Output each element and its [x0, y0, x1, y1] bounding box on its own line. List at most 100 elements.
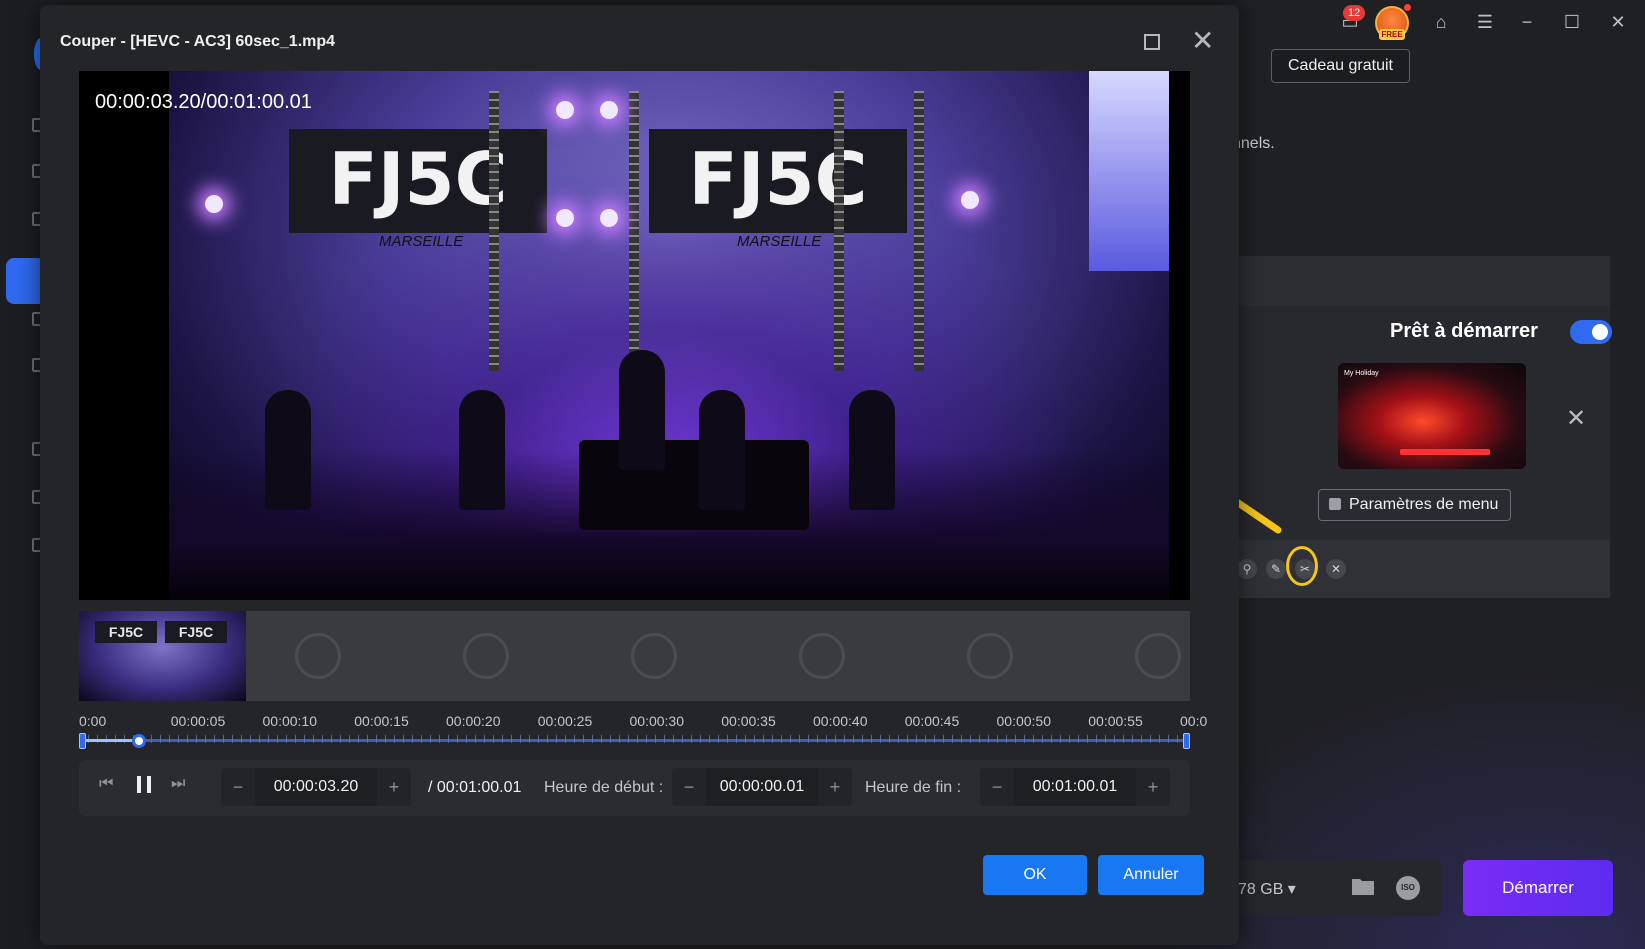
- skip-back-icon[interactable]: ⏮: [99, 775, 113, 793]
- timeline-tick-label: 00:00:35: [721, 713, 776, 729]
- ready-to-start-label: Prêt à démarrer: [1390, 320, 1538, 342]
- musician: [459, 390, 505, 510]
- stage-banner-sub-left: MARSEILLE: [379, 233, 464, 250]
- playback-controls: ⏮ ⏭ − 00:00:03.20 + / 00:01:00.01 Heure …: [79, 760, 1190, 816]
- playhead-handle[interactable]: [131, 734, 146, 748]
- timeline-tick-label: 00:00:05: [170, 713, 226, 729]
- scissors-highlight-ring: [1286, 546, 1318, 586]
- thumbnail-placeholder-icon: [463, 633, 509, 679]
- ok-button[interactable]: OK: [983, 855, 1087, 895]
- timeline-tick-label: 00:00:40: [813, 713, 868, 729]
- app-sidebar: [0, 0, 48, 949]
- musician: [849, 390, 895, 510]
- pause-icon[interactable]: [137, 776, 151, 793]
- tshirt-icon[interactable]: ⌂: [1429, 10, 1453, 34]
- menu-settings-label: Paramètres de menu: [1349, 496, 1499, 513]
- stage-light: [556, 209, 574, 227]
- trim-end-handle[interactable]: [1183, 733, 1190, 749]
- start-time-input[interactable]: 00:00:00.01: [706, 768, 818, 806]
- timeline-tick-label: 00:0: [1180, 713, 1208, 729]
- notification-badge: 12: [1343, 5, 1365, 21]
- thumbnail-placeholder-icon: [799, 633, 845, 679]
- edit-icon[interactable]: ✎: [1266, 559, 1286, 579]
- ready-toggle[interactable]: [1570, 320, 1612, 344]
- disk-size-value: 78 GB: [1238, 881, 1284, 898]
- dialog-title: Couper - [HEVC - AC3] 60sec_1.mp4: [60, 33, 336, 50]
- total-duration: / 00:01:00.01: [428, 779, 522, 796]
- gift-promo-icon[interactable]: FREE: [1375, 6, 1409, 40]
- stage-screen: [1089, 71, 1169, 271]
- current-time-stepper: − 00:00:03.20 +: [221, 768, 411, 806]
- dialog-maximize-icon[interactable]: [1144, 34, 1160, 50]
- end-time-decrement[interactable]: −: [980, 768, 1014, 806]
- start-time-stepper: − 00:00:00.01 +: [672, 768, 852, 806]
- dialog-close-icon[interactable]: ✕: [1191, 27, 1214, 55]
- menu-settings-icon: [1329, 498, 1341, 510]
- end-time-increment[interactable]: +: [1136, 768, 1170, 806]
- musician: [265, 390, 311, 510]
- menu-thumbnail-title: My Holiday: [1344, 370, 1379, 377]
- stage-light: [205, 195, 223, 213]
- thumbnail-placeholder-icon: [967, 633, 1013, 679]
- timeline-tick-label: 00:00:55: [1088, 713, 1143, 729]
- menu-panel-header: [1225, 256, 1610, 306]
- timeline-tick-label: 00:00:25: [537, 713, 593, 729]
- cancel-button[interactable]: Annuler: [1098, 855, 1204, 895]
- stage-light: [600, 101, 618, 119]
- timeline-progress: [79, 739, 139, 742]
- musician: [699, 390, 745, 510]
- skip-forward-icon[interactable]: ⏭: [171, 775, 185, 793]
- maximize-icon[interactable]: ☐: [1560, 10, 1584, 34]
- timeline-minor-ticks: [79, 735, 1190, 743]
- gift-free-label: FREE: [1379, 29, 1405, 40]
- light-truss: [834, 91, 844, 371]
- start-button[interactable]: Démarrer: [1463, 860, 1613, 916]
- end-time-label: Heure de fin :: [865, 779, 962, 796]
- minimize-icon[interactable]: −: [1515, 10, 1539, 34]
- light-truss: [489, 91, 499, 371]
- thumbnail-placeholder-icon: [1135, 633, 1181, 679]
- trim-start-handle[interactable]: [79, 733, 86, 749]
- timeline-tick-label: 00:00:10: [262, 713, 318, 729]
- free-gift-button[interactable]: Cadeau gratuit: [1271, 49, 1410, 83]
- current-time-input[interactable]: 00:00:03.20: [255, 768, 377, 806]
- menu-thumbnail-bar: [1400, 449, 1490, 455]
- light-truss: [629, 91, 639, 371]
- piano: [579, 440, 809, 530]
- stage-banner-right: FJ5C: [649, 129, 907, 233]
- search-icon[interactable]: ⚲: [1237, 559, 1257, 579]
- timeline-tick-label: 00:00:20: [446, 713, 501, 729]
- iso-icon[interactable]: ISO: [1396, 876, 1420, 900]
- current-time-increment[interactable]: +: [377, 768, 411, 806]
- timeline-tick-label: 00:00:50: [996, 713, 1052, 729]
- folder-icon[interactable]: [1351, 876, 1375, 896]
- cut-dialog: Couper - [HEVC - AC3] 60sec_1.mp4 ✕ FJ5C…: [40, 5, 1239, 945]
- stage-banner-left: FJ5C: [289, 129, 547, 233]
- hamburger-menu-icon[interactable]: ☰: [1473, 10, 1497, 34]
- thumbnail-placeholder-icon: [295, 633, 341, 679]
- timeline-tick-label: 00:00:30: [629, 713, 685, 729]
- video-frame: FJ5C MARSEILLE FJ5C MARSEILLE: [169, 71, 1169, 600]
- menu-settings-button[interactable]: Paramètres de menu: [1318, 489, 1512, 521]
- thumbnail-strip[interactable]: FJ5C FJ5C: [79, 611, 1190, 701]
- close-window-icon[interactable]: ✕: [1606, 10, 1630, 34]
- disk-size-selector[interactable]: 78 GB ▾: [1238, 879, 1296, 899]
- start-time-label: Heure de début :: [544, 779, 664, 796]
- menu-template-thumbnail[interactable]: My Holiday: [1338, 363, 1526, 469]
- current-time-decrement[interactable]: −: [221, 768, 255, 806]
- thumbnail-banner: FJ5C: [95, 621, 157, 643]
- end-time-input[interactable]: 00:01:00.01: [1014, 768, 1136, 806]
- timeline-tick-label: 00:00:45: [904, 713, 960, 729]
- musician: [619, 350, 665, 470]
- start-time-increment[interactable]: +: [818, 768, 852, 806]
- thumbnail-placeholder-icon: [631, 633, 677, 679]
- start-time-decrement[interactable]: −: [672, 768, 706, 806]
- remove-menu-icon[interactable]: ✕: [1566, 404, 1586, 433]
- timeline-tick-label: 0:00: [79, 713, 107, 729]
- stage-light: [600, 209, 618, 227]
- delete-icon[interactable]: ✕: [1326, 559, 1346, 579]
- timeline-track[interactable]: [79, 729, 1190, 751]
- end-time-stepper: − 00:01:00.01 +: [980, 768, 1170, 806]
- thumbnail-banner: FJ5C: [165, 621, 227, 643]
- video-preview[interactable]: FJ5C MARSEILLE FJ5C MARSEILLE 00:00:03.2…: [79, 71, 1190, 600]
